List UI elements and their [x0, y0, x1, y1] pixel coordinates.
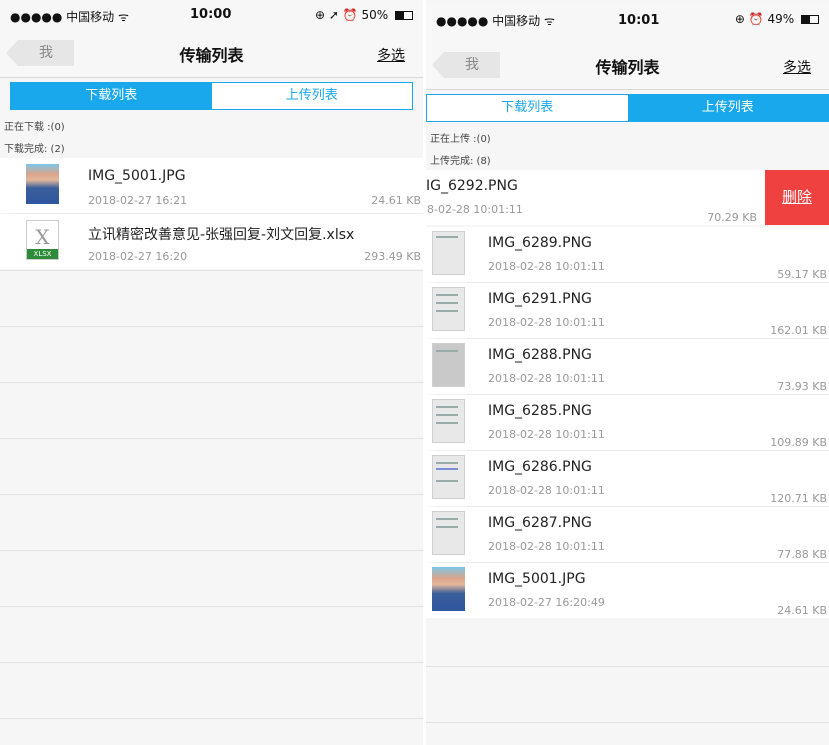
status-bar: ●●●●● 中国移动 ᯤ 10:01 ⊕ ⏰ 49% [426, 4, 829, 40]
status-bar: ●●●●● 中国移动 ᯤ 10:00 ⊕ ➚ ⏰ 50% [0, 0, 423, 28]
divider [0, 550, 423, 551]
list-item[interactable]: IMG_6289.PNG 2018-02-28 10:01:11 59.17 K… [426, 227, 829, 282]
file-date: 18-02-28 10:01:11 [426, 203, 523, 216]
file-size: 109.89 KB [770, 436, 827, 449]
clock: 10:01 [618, 13, 660, 28]
list-item[interactable]: IMG_6286.PNG 2018-02-28 10:01:11 120.71 … [426, 451, 829, 506]
list-item[interactable]: IMG_6287.PNG 2018-02-28 10:01:11 77.88 K… [426, 507, 829, 562]
file-date: 2018-02-27 16:20 [88, 250, 188, 263]
battery-icon [801, 15, 819, 24]
list-item[interactable]: IMG_6291.PNG 2018-02-28 10:01:11 162.01 … [426, 283, 829, 338]
file-size: 162.01 KB [770, 324, 827, 337]
divider [0, 382, 423, 383]
divider [0, 662, 423, 663]
file-date: 2018-02-28 10:01:11 [488, 372, 605, 385]
file-date: 2018-02-27 16:21 [88, 194, 188, 207]
divider [0, 606, 423, 607]
page-title: 传输列表 [179, 46, 244, 65]
file-date: 2018-02-28 10:01:11 [488, 428, 605, 441]
xlsx-file-icon: X XLSX [26, 220, 59, 260]
nav-bar: 我 传输列表 多选 [0, 28, 423, 78]
status-indicators: ⊕ ➚ ⏰ 50% [315, 8, 389, 22]
screenshot-thumbnail [432, 455, 465, 499]
tab-bar: 下载列表 上传列表 [10, 82, 413, 110]
divider [0, 326, 423, 327]
list-item[interactable]: IMG_6288.PNG 2018-02-28 10:01:11 73.93 K… [426, 339, 829, 394]
file-date: 2018-02-28 10:01:11 [488, 260, 605, 273]
file-name: IMG_6289.PNG [488, 235, 592, 251]
divider [0, 438, 423, 439]
photo-thumbnail [26, 164, 59, 204]
file-name: IMG_5001.JPG [488, 571, 586, 587]
status-icons: ⊕ ➚ ⏰ 50% [315, 8, 413, 22]
file-size: 293.49 KB [364, 250, 421, 263]
divider [0, 494, 423, 495]
file-type-badge: XLSX [27, 249, 58, 259]
status-icons: ⊕ ⏰ 49% [735, 12, 819, 26]
in-progress-header: 正在下载 :(0) [4, 122, 65, 133]
swiped-item-content: IG_6292.PNG 18-02-28 10:01:11 70.29 KB [426, 170, 767, 225]
file-size: 120.71 KB [770, 492, 827, 505]
list-item[interactable]: X XLSX 立讯精密改善意见-张强回复-刘文回复.xlsx 2018-02-2… [0, 214, 423, 269]
tab-upload[interactable]: 上传列表 [211, 83, 412, 109]
divider [426, 722, 829, 723]
list-item[interactable]: IMG_5001.JPG 2018-02-27 16:21 24.61 KB [0, 158, 423, 213]
swiped-list-item[interactable]: IG_6292.PNG 18-02-28 10:01:11 70.29 KB 删… [426, 170, 829, 225]
tab-bar: 下载列表 上传列表 [426, 94, 829, 122]
file-name: IG_6292.PNG [426, 178, 518, 194]
screenshot-thumbnail [432, 231, 465, 275]
screenshot-thumbnail [432, 511, 465, 555]
divider [426, 666, 829, 667]
page-title: 传输列表 [595, 58, 660, 77]
file-size: 73.93 KB [777, 380, 827, 393]
tab-upload[interactable]: 上传列表 [627, 95, 828, 121]
screenshot-thumbnail [432, 343, 465, 387]
screenshot-thumbnail [432, 399, 465, 443]
screenshot-thumbnail [432, 287, 465, 331]
file-date: 2018-02-28 10:01:11 [488, 316, 605, 329]
file-name: IMG_6291.PNG [488, 291, 592, 307]
list-item[interactable]: IMG_6285.PNG 2018-02-28 10:01:11 109.89 … [426, 395, 829, 450]
delete-button[interactable]: 删除 [765, 170, 829, 225]
multi-select-button[interactable]: 多选 [377, 45, 405, 65]
completed-header: 下载完成: (2) [4, 144, 65, 155]
file-name: IMG_5001.JPG [88, 168, 186, 184]
download-screen: ●●●●● 中国移动 ᯤ 10:00 ⊕ ➚ ⏰ 50% 我 传输列表 多选 下… [0, 0, 423, 745]
file-date: 2018-02-28 10:01:11 [488, 484, 605, 497]
file-name: IMG_6286.PNG [488, 459, 592, 475]
clock: 10:00 [190, 7, 232, 22]
status-indicators: ⊕ ⏰ 49% [734, 12, 795, 26]
multi-select-button[interactable]: 多选 [783, 57, 811, 77]
in-progress-header: 正在上传 :(0) [430, 134, 491, 145]
divider [0, 718, 423, 719]
tab-download[interactable]: 下载列表 [427, 95, 628, 121]
tab-download[interactable]: 下载列表 [11, 83, 212, 109]
photo-thumbnail [432, 567, 465, 611]
excel-x-glyph: X [35, 225, 50, 249]
file-name: IMG_6287.PNG [488, 515, 592, 531]
upload-screen: ●●●●● 中国移动 ᯤ 10:01 ⊕ ⏰ 49% 我 传输列表 多选 下载列… [426, 0, 829, 745]
file-date: 2018-02-28 10:01:11 [488, 540, 605, 553]
file-name: IMG_6288.PNG [488, 347, 592, 363]
list-item[interactable]: IMG_5001.JPG 2018-02-27 16:20:49 24.61 K… [426, 563, 829, 618]
file-name: 立讯精密改善意见-张强回复-刘文回复.xlsx [88, 227, 355, 243]
file-size: 70.29 KB [707, 211, 757, 224]
file-size: 24.61 KB [777, 604, 827, 617]
file-name: IMG_6285.PNG [488, 403, 592, 419]
nav-bar: 我 传输列表 多选 [426, 40, 829, 90]
file-size: 59.17 KB [777, 268, 827, 281]
file-size: 24.61 KB [371, 194, 421, 207]
file-size: 77.88 KB [777, 548, 827, 561]
carrier-label: ●●●●● 中国移动 ᯤ [436, 14, 555, 28]
divider [0, 270, 423, 271]
carrier-label: ●●●●● 中国移动 ᯤ [10, 10, 129, 24]
file-date: 2018-02-27 16:20:49 [488, 596, 605, 609]
completed-header: 上传完成: (8) [430, 156, 491, 167]
battery-icon [395, 11, 413, 20]
